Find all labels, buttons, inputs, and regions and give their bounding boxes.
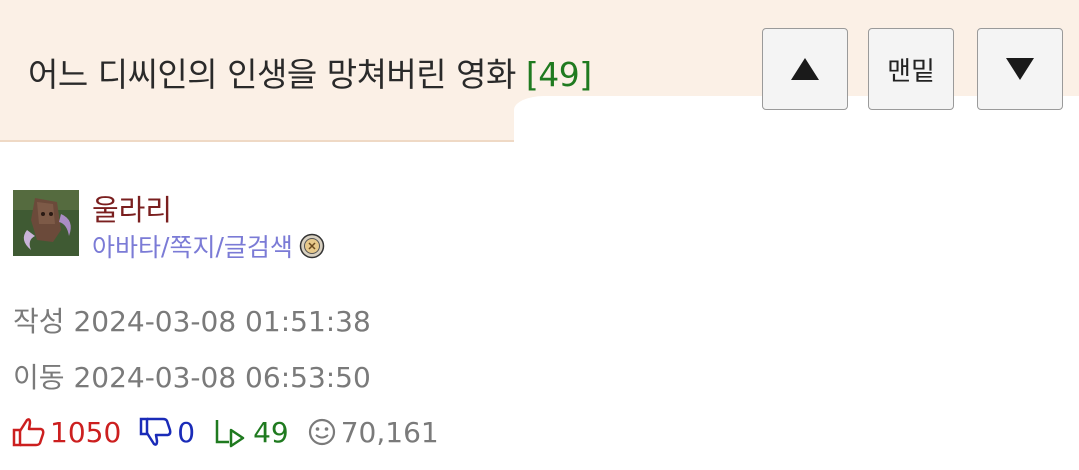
moved-date: 이동 2024-03-08 06:53:50 [13, 356, 371, 396]
dislike-count: 0 [177, 415, 196, 449]
dislike-stat[interactable]: 0 [139, 416, 195, 449]
reply-stat[interactable]: 49 [213, 416, 289, 449]
link-separator: / [161, 231, 170, 261]
author-link-search[interactable]: 글검색 [224, 228, 293, 264]
scroll-down-button[interactable] [977, 28, 1063, 110]
created-date: 작성 2024-03-08 01:51:38 [13, 300, 371, 340]
scroll-bottom-button[interactable]: 맨밑 [868, 28, 954, 110]
avatar-image [13, 190, 79, 256]
author-links: 아바타 / 쪽지 / 글검색 [92, 228, 325, 264]
scroll-up-button[interactable] [762, 28, 848, 110]
post-header: 어느 디씨인의 인생을 망쳐버린 영화 [49] 맨밑 [0, 0, 1079, 156]
post-title-text: 어느 디씨인의 인생을 망쳐버린 영화 [28, 55, 516, 94]
author-link-avatar[interactable]: 아바타 [92, 228, 161, 264]
author-name[interactable]: 울라리 [92, 187, 172, 229]
triangle-up-icon [791, 58, 819, 80]
created-label: 작성 [13, 305, 65, 338]
view-stat: 70,161 [307, 416, 439, 449]
author-link-message[interactable]: 쪽지 [169, 228, 215, 264]
moved-value: 2024-03-08 06:53:50 [73, 361, 371, 394]
level-badge-icon [299, 233, 325, 259]
reply-arrow-icon [215, 420, 245, 448]
like-count: 1050 [50, 415, 122, 449]
created-value: 2024-03-08 01:51:38 [73, 305, 371, 338]
moved-label: 이동 [13, 361, 65, 394]
post-title: 어느 디씨인의 인생을 망쳐버린 영화 [49] [28, 48, 592, 96]
avatar[interactable] [13, 190, 79, 256]
like-stat[interactable]: 1050 [12, 416, 121, 449]
post-stats: 1050 0 49 70,161 [12, 412, 457, 452]
reply-count: 49 [253, 415, 289, 449]
link-separator: / [215, 231, 224, 261]
view-count: 70,161 [340, 415, 439, 449]
thumbs-down-icon [140, 417, 172, 446]
thumbs-up-icon [12, 418, 45, 447]
comment-count: [49] [525, 55, 592, 94]
triangle-down-icon [1006, 58, 1034, 80]
smiley-icon [308, 418, 335, 446]
